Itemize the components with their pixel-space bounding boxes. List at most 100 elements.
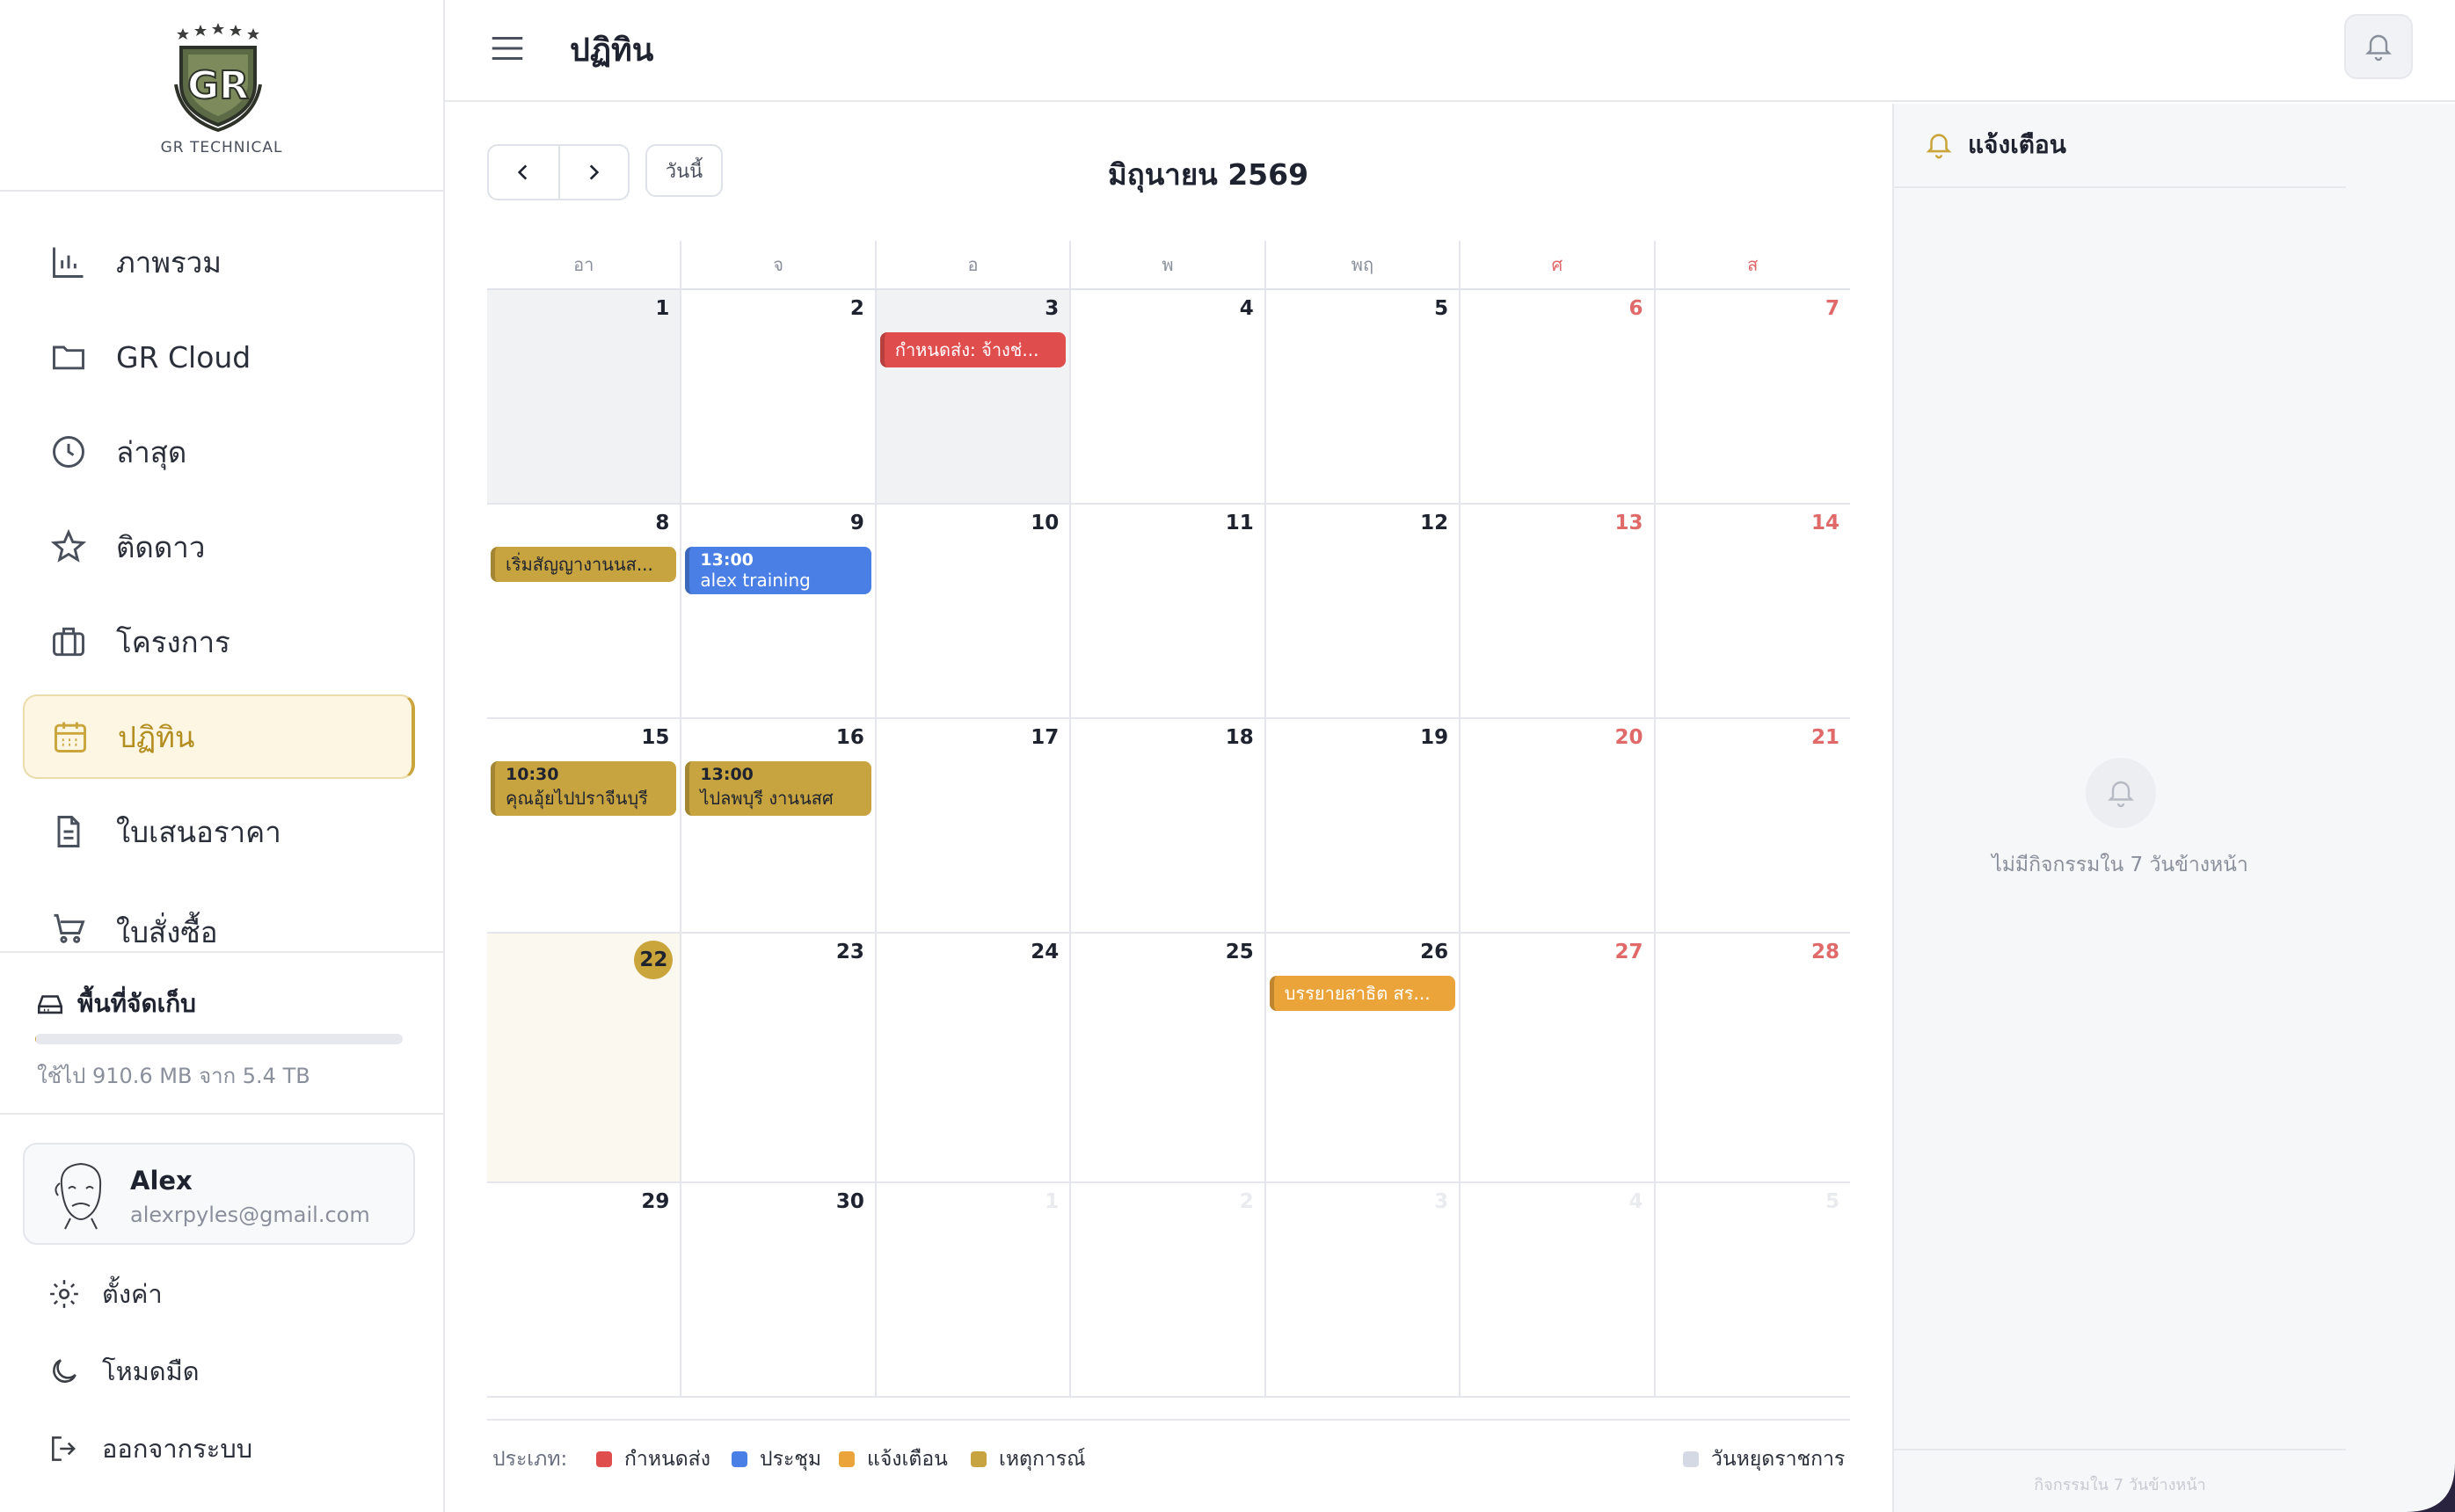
chevron-right-icon bbox=[590, 164, 600, 180]
bell-icon bbox=[1926, 134, 1952, 159]
calendar-day[interactable]: 4 bbox=[1071, 290, 1266, 505]
sidebar-item-quotations[interactable]: ใบเสนอราคา bbox=[23, 789, 415, 874]
sidebar-item-overview[interactable]: ภาพรวม bbox=[23, 220, 415, 304]
bell-icon bbox=[2108, 781, 2134, 808]
sidebar-item-label: ล่าสุด bbox=[116, 434, 187, 469]
bell-icon bbox=[2365, 34, 2392, 62]
calendar-icon bbox=[55, 722, 86, 752]
calendar-event[interactable]: 10:30 คุณอุ้ยไปปราจีนบุรี bbox=[491, 761, 677, 816]
calendar-day[interactable]: 2 bbox=[681, 290, 877, 505]
calendar-day[interactable]: 14 bbox=[1655, 505, 1850, 719]
calendar-day[interactable]: 20 bbox=[1461, 719, 1656, 934]
bar-chart-icon bbox=[53, 247, 84, 278]
empty-state-bell bbox=[2086, 758, 2156, 828]
legend-item-holiday: วันหยุดราชการ bbox=[1683, 1443, 1845, 1475]
calendar-day[interactable]: 19 bbox=[1265, 719, 1461, 934]
day-number: 29 bbox=[641, 1190, 670, 1213]
event-time: 13:00 bbox=[700, 765, 754, 784]
calendar-day[interactable]: 12 bbox=[1265, 505, 1461, 719]
user-name: Alex bbox=[130, 1166, 193, 1196]
calendar-day[interactable]: 6 bbox=[1461, 290, 1656, 505]
notification-button[interactable] bbox=[2344, 14, 2413, 79]
event-time: 10:30 bbox=[506, 765, 559, 784]
calendar-day[interactable]: 17 bbox=[876, 719, 1072, 934]
gr-logo-icon[interactable]: GR bbox=[172, 23, 264, 132]
svg-text:GR: GR bbox=[187, 63, 249, 108]
sidebar-item-label: โครงการ bbox=[116, 624, 230, 659]
day-number: 3 bbox=[1045, 297, 1060, 320]
legend-item: เหตุการณ์ bbox=[971, 1443, 1086, 1475]
calendar-day[interactable]: 1 bbox=[876, 1183, 1072, 1398]
sidebar-item-starred[interactable]: ติดดาว bbox=[23, 505, 415, 589]
logout-icon bbox=[52, 1436, 76, 1461]
calendar-day[interactable]: 23 bbox=[681, 934, 877, 1183]
calendar-day[interactable]: 21 bbox=[1655, 719, 1850, 934]
sidebar-item-purchase-orders[interactable]: ใบสั่งซื้อ bbox=[23, 884, 415, 951]
next-month-button[interactable] bbox=[557, 146, 628, 199]
legend-item: แจ้งเตือน bbox=[839, 1443, 948, 1475]
sidebar-item-projects[interactable]: โครงการ bbox=[23, 600, 415, 684]
day-number: 6 bbox=[1628, 297, 1643, 320]
calendar-day[interactable]: 29 bbox=[487, 1183, 682, 1398]
gear-icon bbox=[50, 1280, 78, 1308]
month-title: มิถุนายน 2569 bbox=[1108, 157, 1309, 192]
document-icon bbox=[57, 816, 80, 847]
calendar-day[interactable]: 24 bbox=[876, 934, 1072, 1183]
legend-label: ประเภท: bbox=[492, 1448, 568, 1471]
calendar-day[interactable]: 1 bbox=[487, 290, 682, 505]
brand-header: GR GR TECHNICAL bbox=[0, 0, 443, 192]
calendar-day[interactable]: 4 bbox=[1461, 1183, 1656, 1398]
empty-state-text: ไม่มีกิจกรรมใน 7 วันข้างหน้า bbox=[1992, 854, 2248, 876]
sidebar-item-recent[interactable]: ล่าสุด bbox=[23, 410, 415, 494]
prev-month-button[interactable] bbox=[489, 146, 558, 199]
calendar-day[interactable]: 3 bbox=[1265, 1183, 1461, 1398]
calendar-day[interactable]: 11 bbox=[1071, 505, 1266, 719]
day-number: 16 bbox=[835, 726, 864, 749]
calendar-day[interactable]: 5 bbox=[1655, 1183, 1850, 1398]
calendar-day[interactable]: 27 bbox=[1461, 934, 1656, 1183]
calendar-day[interactable]: 28 bbox=[1655, 934, 1850, 1183]
calendar-day[interactable]: 8 เริ่มสัญญางานนส... bbox=[487, 505, 682, 719]
legend-swatch bbox=[1683, 1451, 1699, 1467]
page-title: ปฏิทิน bbox=[570, 33, 654, 69]
today-button[interactable]: วันนี้ bbox=[645, 144, 723, 197]
calendar-event[interactable]: 13:00 ไปลพบุรี งานนสศ bbox=[685, 761, 871, 816]
calendar-day[interactable]: 16 13:00 ไปลพบุรี งานนสศ bbox=[681, 719, 877, 934]
legend-swatch bbox=[839, 1451, 855, 1467]
day-number: 7 bbox=[1825, 297, 1839, 320]
sidebar-item-gr-cloud[interactable]: GR Cloud bbox=[23, 315, 415, 399]
calendar-day[interactable]: 5 bbox=[1265, 290, 1461, 505]
event-title: ไปลพบุรี งานนสศ bbox=[700, 788, 834, 809]
weekday-header: จ bbox=[681, 241, 877, 290]
calendar-day[interactable]: 10 bbox=[876, 505, 1072, 719]
weekday-header: อ bbox=[876, 241, 1072, 290]
dark-mode-toggle[interactable]: โหมดมืด bbox=[47, 1347, 200, 1396]
settings-button[interactable]: ตั้งค่า bbox=[47, 1269, 163, 1319]
calendar-event[interactable]: เริ่มสัญญางานนส... bbox=[491, 547, 677, 582]
calendar-day[interactable]: 25 bbox=[1071, 934, 1266, 1183]
sidebar-item-label: ภาพรวม bbox=[116, 244, 222, 280]
calendar-day[interactable]: 3 กำหนดส่ง: จ้างช่... bbox=[876, 290, 1072, 505]
folder-icon bbox=[53, 345, 84, 370]
calendar-day[interactable]: 30 bbox=[681, 1183, 877, 1398]
menu-icon[interactable] bbox=[485, 28, 529, 69]
calendar-day[interactable]: 7 bbox=[1655, 290, 1850, 505]
calendar-day[interactable]: 2 bbox=[1071, 1183, 1266, 1398]
calendar-day[interactable]: 18 bbox=[1071, 719, 1266, 934]
weekday-header: ศ bbox=[1461, 241, 1656, 290]
sidebar-item-calendar[interactable]: ปฏิทิน bbox=[23, 694, 415, 779]
calendar-day[interactable]: 15 10:30 คุณอุ้ยไปปราจีนบุรี bbox=[487, 719, 682, 934]
calendar-event[interactable]: 13:00 alex training bbox=[685, 547, 871, 594]
user-card[interactable]: Alex alexrpyles@gmail.com bbox=[23, 1143, 415, 1245]
calendar-day[interactable]: 9 13:00 alex training bbox=[681, 505, 877, 719]
logout-button[interactable]: ออกจากระบบ bbox=[47, 1424, 252, 1473]
calendar-event[interactable]: บรรยายสาธิต สร... bbox=[1269, 976, 1456, 1011]
calendar-day[interactable]: 26 บรรยายสาธิต สร... bbox=[1265, 934, 1461, 1183]
calendar-day[interactable]: 13 bbox=[1461, 505, 1656, 719]
notification-panel-title: แจ้งเตือน bbox=[1968, 130, 2066, 159]
day-number: 17 bbox=[1031, 726, 1060, 749]
weekday-header: พ bbox=[1071, 241, 1266, 290]
calendar-event[interactable]: กำหนดส่ง: จ้างช่... bbox=[879, 332, 1067, 367]
notification-panel: แจ้งเตือน ไม่มีกิจกรรมใน 7 วันข้างหน้า ก… bbox=[1892, 104, 2455, 1512]
calendar-day-today[interactable]: 22 bbox=[487, 934, 682, 1183]
